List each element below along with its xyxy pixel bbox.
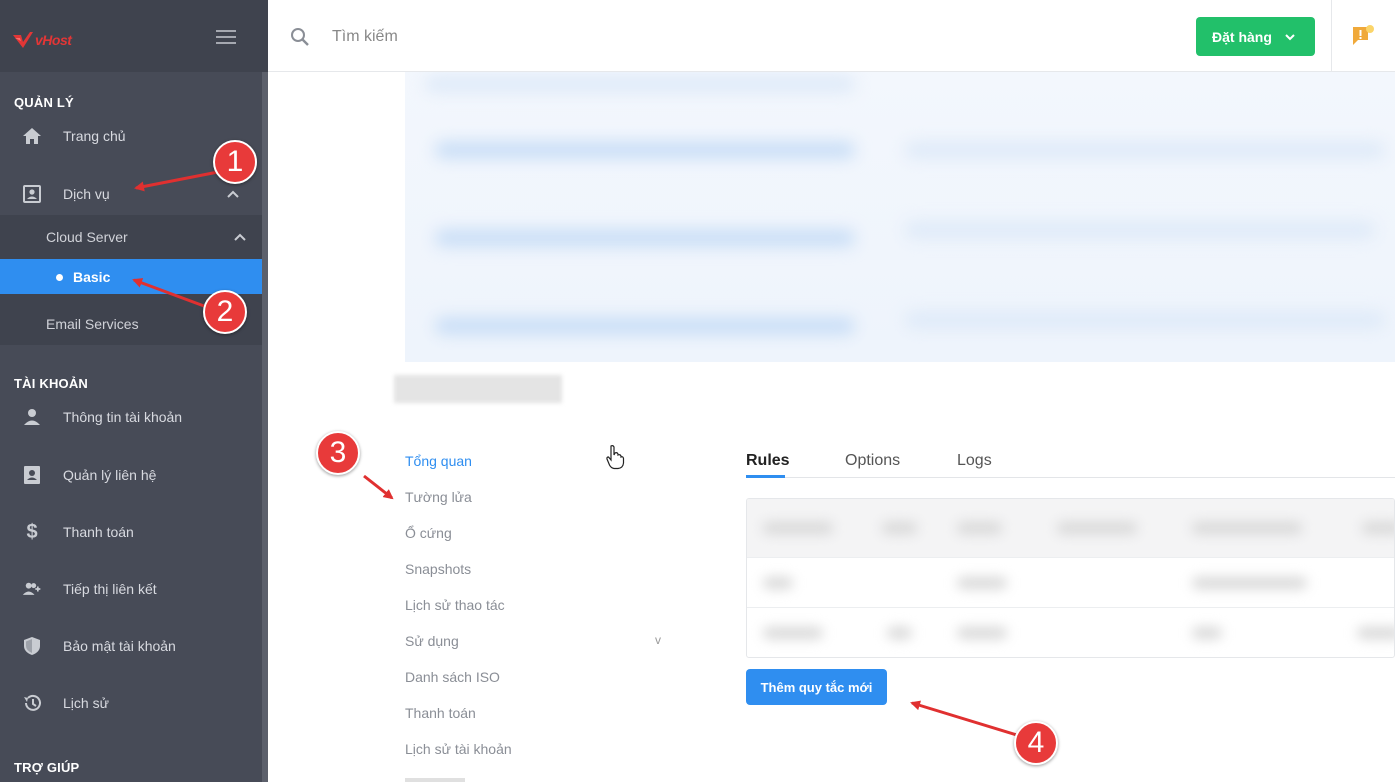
arrow-2: [132, 278, 205, 308]
annotation-4: 4: [1014, 721, 1058, 765]
arrow-3: [363, 474, 394, 500]
annotation-2: 2: [203, 290, 247, 334]
arrow-4: [910, 700, 1021, 738]
arrow-1: [134, 170, 219, 192]
annotation-3: 3: [316, 431, 360, 475]
annotation-arrows: [132, 170, 1021, 738]
annotation-1: 1: [213, 140, 257, 184]
